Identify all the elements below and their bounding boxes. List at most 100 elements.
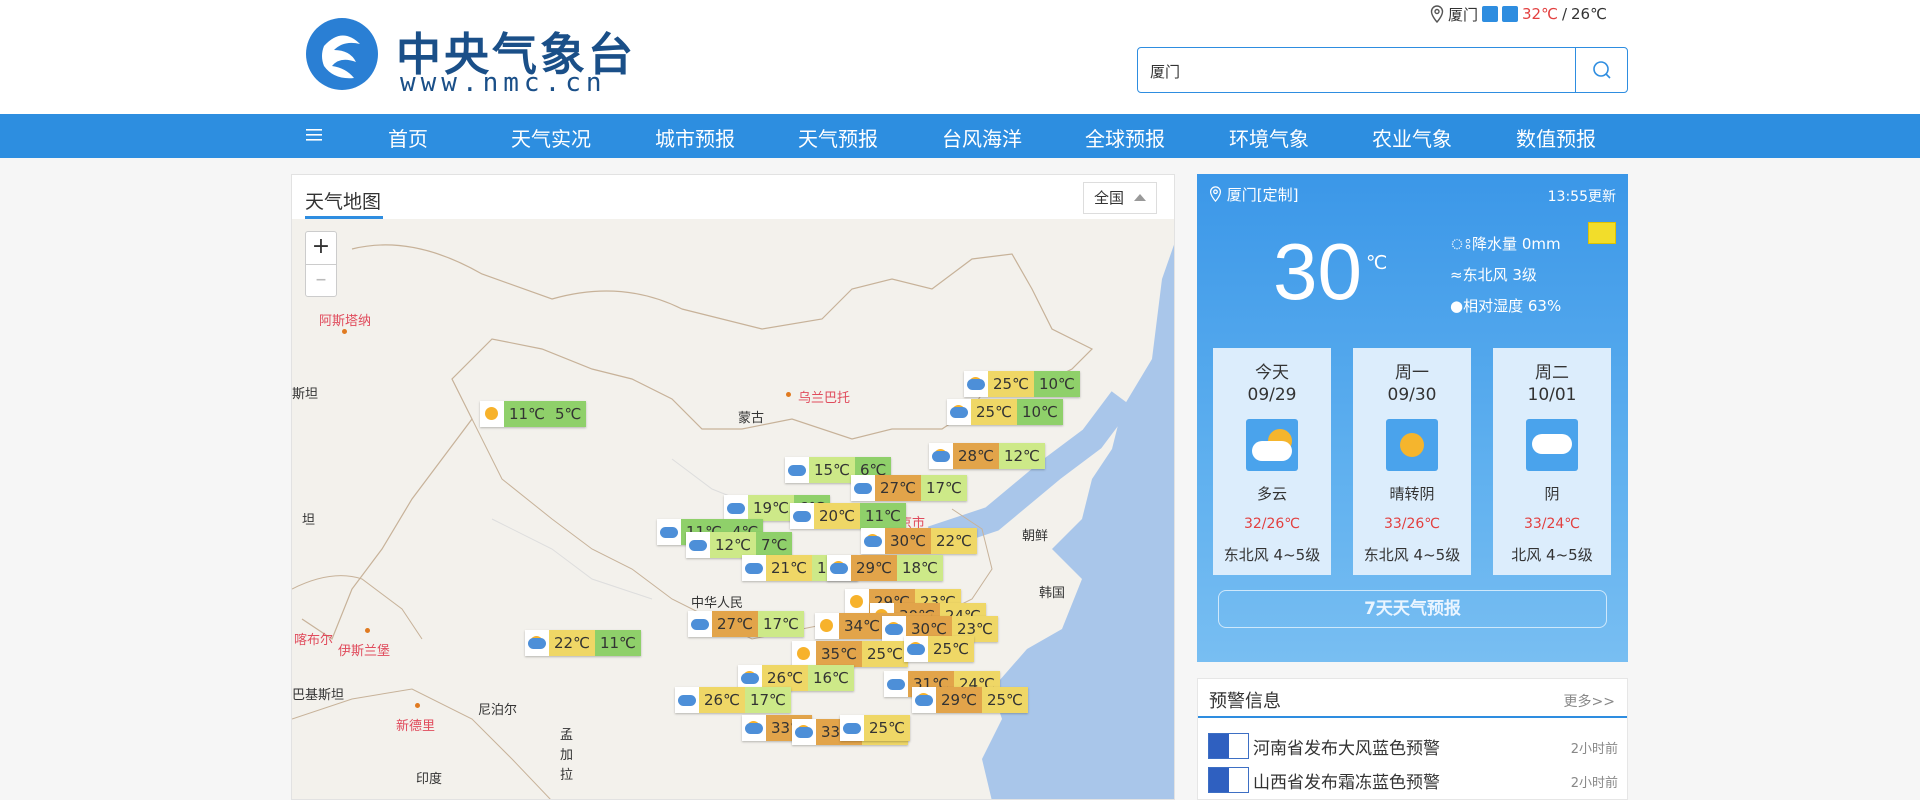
zoom-control: + – [305, 231, 337, 297]
nav-item-agriculture[interactable]: 农业气象 [1372, 123, 1452, 152]
zoom-in-button[interactable]: + [306, 232, 336, 264]
chip-low-temp: 25℃ [861, 641, 908, 667]
city-forecast-chip[interactable]: 25℃ 10℃ [964, 371, 1080, 397]
city-forecast-chip[interactable]: 29℃ 25℃ [912, 687, 1028, 713]
city-forecast-chip[interactable]: 27℃ 17℃ [851, 475, 967, 501]
partly-cloudy-icon [1246, 419, 1298, 471]
nav-item-city-forecast[interactable]: 城市预报 [655, 123, 735, 152]
day-temperature-range: 33/24℃ [1523, 516, 1581, 532]
region-select[interactable]: 全国 [1083, 182, 1157, 214]
map-label: 巴基斯坦 [292, 688, 345, 703]
chip-low-temp: 18℃ [896, 555, 943, 581]
map-label: 印度 [416, 772, 443, 787]
city-forecast-chip[interactable]: 20℃ 11℃ [790, 503, 906, 529]
location-pin-icon [1209, 186, 1222, 203]
cloudy-icon [742, 555, 766, 581]
city-forecast-chip[interactable]: 28℃ 12℃ [929, 443, 1045, 469]
top-temp-low: 26℃ [1571, 5, 1607, 23]
weather-map[interactable]: + – 阿斯塔纳 斯坦 乌兰巴托 蒙古 北京市 朝鲜 韩国 中华人民 喀布尔 伊… [292, 219, 1174, 799]
cloudy-icon [785, 457, 809, 483]
partly-cloudy-icon [827, 555, 851, 581]
sunny-icon [480, 401, 504, 427]
zoom-out-button[interactable]: – [306, 264, 336, 296]
city-dot [415, 703, 420, 708]
caret-up-icon [1134, 194, 1146, 201]
chip-low-temp: 12℃ [998, 443, 1045, 469]
nav-item-weather-forecast[interactable]: 天气预报 [798, 123, 878, 152]
current-location[interactable]: 厦门[定制] [1209, 184, 1299, 205]
city-forecast-chip[interactable]: 26℃ 17℃ [675, 687, 791, 713]
cloudy-icon [688, 611, 712, 637]
map-label: 韩国 [1039, 586, 1066, 601]
map-label: 斯坦 [292, 387, 319, 402]
day-temperature-range: 33/26℃ [1383, 516, 1441, 532]
partly-cloudy-icon [792, 719, 816, 745]
city-forecast-chip[interactable]: 27℃ 17℃ [688, 611, 804, 637]
forecast-day-card[interactable]: 今天 09/29 多云 32/26℃ 东北风 4~5级 [1213, 348, 1331, 575]
day-date: 09/30 [1387, 385, 1437, 405]
city-forecast-chip[interactable]: 35℃ 25℃ [792, 641, 908, 667]
map-label: 朝鲜 [1022, 529, 1049, 544]
site-logo[interactable]: 中央气象台 www.nmc.cn [304, 16, 633, 98]
map-label: 新德里 [396, 719, 436, 734]
nav-item-typhoon[interactable]: 台风海洋 [942, 123, 1022, 152]
map-label: 加 [560, 748, 574, 763]
chip-low-temp: 11℃ [594, 630, 641, 656]
nav-item-environment[interactable]: 环境气象 [1229, 123, 1309, 152]
alert-item[interactable]: 山西省发布霜冻蓝色预警 2小时前 [1208, 766, 1618, 794]
city-forecast-chip[interactable]: 11℃ 5℃ [480, 401, 587, 427]
city-forecast-chip[interactable]: 30℃ 22℃ [861, 528, 977, 554]
search-button[interactable] [1575, 48, 1627, 92]
partly-cloudy-icon [861, 528, 885, 554]
site-header: 中央气象台 www.nmc.cn 厦门 32℃ / 26℃ 厦门 [0, 0, 1920, 114]
top-weather-summary[interactable]: 厦门 32℃ / 26℃ [1430, 3, 1607, 25]
day-description: 多云 [1256, 485, 1287, 503]
alerts-more-link[interactable]: 更多>> [1564, 691, 1615, 711]
chip-low-temp: 10℃ [1033, 371, 1080, 397]
logo-url: www.nmc.cn [400, 68, 607, 98]
day-wind: 东北风 4~5级 [1363, 546, 1461, 564]
partly-cloudy-icon [882, 616, 906, 642]
weather-map-panel: 天气地图 全国 + – 阿斯塔纳 斯坦 乌兰巴托 蒙古 北京市 朝鲜 韩国 中华… [291, 174, 1175, 800]
nav-item-numerical[interactable]: 数值预报 [1516, 123, 1596, 152]
forecast-day-card[interactable]: 周一 09/30 晴转阴 33/26℃ 东北风 4~5级 [1353, 348, 1471, 575]
chip-high-temp: 25℃ [988, 371, 1034, 397]
cloudy-icon [851, 475, 875, 501]
sunny-icon [1386, 419, 1438, 471]
frost-warning-icon [1208, 767, 1249, 793]
nav-item-home[interactable]: 首页 [388, 123, 428, 152]
city-dot [342, 329, 347, 334]
day-name: 今天 [1255, 363, 1289, 383]
chip-high-temp: 35℃ [816, 641, 862, 667]
city-forecast-chip[interactable]: 25℃ [840, 715, 910, 741]
warning-icon[interactable] [1588, 222, 1616, 244]
partly-cloudy-icon [964, 371, 988, 397]
city-forecast-chip[interactable]: 25℃ [904, 636, 974, 662]
nav-item-observation[interactable]: 天气实况 [511, 123, 591, 152]
location-pin-icon [1430, 5, 1444, 23]
nav-item-global[interactable]: 全球预报 [1085, 123, 1165, 152]
alert-item[interactable]: 河南省发布大风蓝色预警 2小时前 [1208, 732, 1618, 760]
humidity-value: 相对湿度 63% [1463, 297, 1562, 315]
map-label: 乌兰巴托 [798, 391, 851, 406]
alerts-panel: 预警信息 更多>> 河南省发布大风蓝色预警 2小时前 山西省发布霜冻蓝色预警 2… [1197, 678, 1628, 800]
cloudy-icon [790, 503, 814, 529]
search-input[interactable]: 厦门 [1150, 61, 1180, 82]
seven-day-forecast-button[interactable]: 7天天气预报 [1218, 590, 1607, 628]
map-label: 蒙古 [738, 411, 765, 426]
partly-cloudy-icon [525, 630, 549, 656]
city-forecast-chip[interactable]: 25℃ 10℃ [947, 399, 1063, 425]
forecast-day-card[interactable]: 周二 10/01 阴 33/24℃ 北风 4~5级 [1493, 348, 1611, 575]
alert-time: 2小时前 [1570, 742, 1618, 757]
city-forecast-chip[interactable]: 29℃ 18℃ [827, 555, 943, 581]
chip-high-temp: 25℃ [971, 399, 1017, 425]
city-forecast-chip[interactable]: 22℃ 11℃ [525, 630, 641, 656]
chip-high-temp: 21℃ [766, 555, 812, 581]
menu-icon[interactable] [304, 125, 324, 145]
map-label: 拉 [560, 768, 574, 783]
cloud-sun-icon [1502, 6, 1519, 22]
sunny-icon [815, 613, 839, 639]
chip-high-temp: 29℃ [936, 687, 982, 713]
top-temp-separator: / [1561, 5, 1568, 23]
map-label: 阿斯塔纳 [319, 314, 372, 329]
